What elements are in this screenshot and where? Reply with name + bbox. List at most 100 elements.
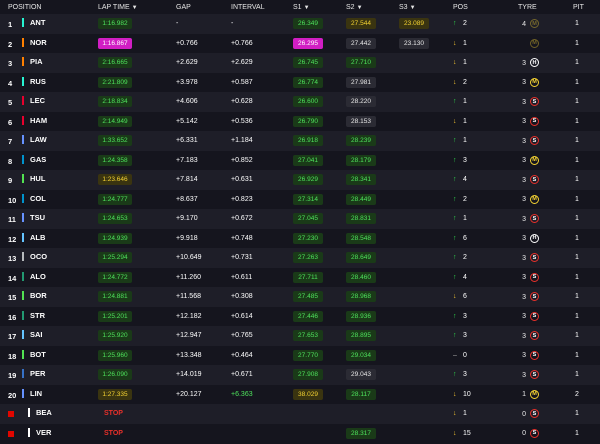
tyre-cell: 3S <box>503 112 567 132</box>
driver[interactable]: HAM <box>22 115 47 125</box>
table-row[interactable]: 14 ALO 1:24.772 +11.260 +0.611 27.711 28.460 ↑ 4… <box>0 267 600 288</box>
col-lap-time[interactable]: LAP TIME ▼ <box>95 0 170 14</box>
position-number: 13 <box>8 254 17 264</box>
tyre-age: 3 <box>522 196 526 204</box>
driver[interactable]: RUS <box>22 76 46 86</box>
driver-code: HUL <box>30 174 46 184</box>
table-row[interactable]: 8 GAS 1:24.358 +7.183 +0.852 27.041 28.179 ↑ 3 3 M… <box>0 150 600 170</box>
interval-cell <box>225 404 285 424</box>
col-s2[interactable]: S2 ▼ <box>340 0 393 14</box>
tyre-cell: 3S <box>503 287 567 307</box>
col-interval[interactable]: INTERVAL <box>225 0 285 14</box>
table-row[interactable]: 6 HAM 2:14.949 +5.142 +0.536 26.790 28.153 ↓ 1 3 S… <box>0 111 600 132</box>
position-number: 5 <box>8 98 13 108</box>
sector-1-time: 26.745 <box>293 57 323 69</box>
arrow-down-icon: ↓ <box>453 293 457 301</box>
driver[interactable]: PIA <box>22 57 43 67</box>
table-row[interactable]: 12 ALB 1:24.939 +9.918 +0.748 27.230 28.548 ↑ 6 3… <box>0 228 600 248</box>
position-change-cell: ↓ 15 <box>445 424 503 444</box>
driver[interactable]: ANT <box>22 18 45 28</box>
table-row[interactable]: 15 BOR 1:24.881 +11.568 +0.308 27.485 28.968 ↓ 6… <box>0 287 600 307</box>
table-row[interactable]: 11 TSU 1:24.653 +9.170 +0.672 27.045 28.831 ↑ 1 3… <box>0 209 600 229</box>
gap-cell: +7.183 <box>176 156 198 164</box>
driver[interactable]: ALO <box>22 271 46 281</box>
tyre-compound-icon: M <box>530 38 539 48</box>
tyre-cell: 3M <box>503 190 567 210</box>
driver[interactable]: BEA <box>28 408 52 418</box>
table-row[interactable]: 16 STR 1:25.201 +12.182 +0.614 27.446 28.936 ↑ 3… <box>0 306 600 326</box>
table-row[interactable]: 10 COL 1:24.777 +8.637 +0.823 27.314 28.449 ↑ 2 3… <box>0 189 600 210</box>
table-row[interactable]: 4 RUS 2:21.809 +3.978 +0.587 26.774 27.981 ↓ 2 3 M… <box>0 72 600 92</box>
driver[interactable]: STR <box>22 310 45 320</box>
sector-3-cell <box>393 170 445 190</box>
driver[interactable]: BOT <box>22 349 46 359</box>
table-row[interactable]: 20 LIN 1:27.335 +20.127 +6.363 38.029 28.117 ↓ 1… <box>0 384 600 405</box>
sector-1-cell: 27.485 <box>285 287 340 307</box>
table-row[interactable]: 18 BOT 1:25.960 +13.348 +0.464 27.770 29.034 –0… <box>0 345 600 366</box>
driver[interactable]: LAW <box>22 135 47 145</box>
table-row[interactable]: 3 PIA 2:16.665 +2.629 +2.629 26.745 27.710 ↓ 1 3 H… <box>0 53 600 73</box>
driver[interactable]: LEC <box>22 96 45 106</box>
table-row[interactable]: 2 NOR 1:16.867 +0.766 +0.766 26.295 27.442 23.1… <box>0 33 600 54</box>
table-row[interactable]: 19 PER 1:26.090 +14.019 +0.671 27.908 29.043 ↑ 3… <box>0 365 600 385</box>
chevron-down-icon: ▼ <box>356 4 363 11</box>
driver[interactable]: TSU <box>22 213 45 223</box>
sector-2-time: 28.936 <box>346 310 376 322</box>
col-tyre[interactable]: TYRE <box>503 0 567 14</box>
col-position[interactable]: POSITION <box>0 0 95 14</box>
table-row[interactable]: 13 OCO 1:25.294 +10.649 +0.731 27.263 28.649 ↑ 2… <box>0 248 600 268</box>
table-row[interactable]: 5 LEC 2:18.834 +4.606 +0.628 26.600 28.220 ↑ 1 3 S… <box>0 92 600 112</box>
tyre-age: 3 <box>522 215 526 223</box>
table-row[interactable]: 9 HUL 1:23.646 +7.814 +0.631 26.929 28.341 ↑ 4 3 S… <box>0 170 600 190</box>
lap-time: 1:24.881 <box>98 291 132 303</box>
col-s1[interactable]: S1 ▼ <box>285 0 340 14</box>
driver[interactable]: VER <box>28 427 51 437</box>
col-pos[interactable]: POS <box>445 0 503 14</box>
col-s3[interactable]: S3 ▼ <box>393 0 445 14</box>
position-number: 2 <box>8 39 13 49</box>
table-row[interactable]: 1 ANT 1:16.982- -26.349 27.544 23.089 ↑ 2 4 M 1 <box>0 14 600 34</box>
sector-3-cell <box>393 53 445 73</box>
table-row[interactable]: 7 LAW 1:33.652 +6.331 +1.184 26.918 28.239 ↑ 1 3 S… <box>0 131 600 151</box>
col-gap[interactable]: GAP <box>170 0 225 14</box>
col-pit[interactable]: PIT <box>567 0 600 14</box>
sector-1-cell: 27.770 <box>285 346 340 366</box>
tyre-compound-icon: M <box>530 77 539 87</box>
gap-cell: +11.568 <box>176 293 201 301</box>
pit-count: 1 <box>575 98 579 106</box>
driver[interactable]: NOR <box>22 37 47 47</box>
position-cell: 19 PER <box>0 365 95 385</box>
driver[interactable]: ALB <box>22 232 45 242</box>
driver[interactable]: HUL <box>22 174 46 184</box>
tyre-age: 1 <box>522 391 526 399</box>
driver-code: PIA <box>30 57 43 67</box>
driver[interactable]: GAS <box>22 154 46 164</box>
driver[interactable]: LIN <box>22 388 42 398</box>
sector-1-time: 27.230 <box>293 232 323 244</box>
table-row[interactable]: 17 SAI 1:25.920 +12.947 +0.765 27.653 28.895 ↑ 3… <box>0 326 600 346</box>
position-cell: 14 ALO <box>0 268 95 288</box>
driver[interactable]: OCO <box>22 252 47 262</box>
tyre-cell: 0S <box>503 424 567 444</box>
table-row[interactable]: VER STOP 28.317 ↓ 15 0 S 1 <box>0 423 600 444</box>
position-cell: 10 COL <box>0 190 95 210</box>
position-change-value: 0 <box>463 351 467 359</box>
sector-3-cell <box>393 385 445 405</box>
sector-2-time: 29.043 <box>346 369 376 381</box>
driver[interactable]: SAI <box>22 330 43 340</box>
team-color-bar <box>22 213 24 223</box>
lap-time-cell: 2:18.834 <box>95 92 170 112</box>
lap-time: 1:25.960 <box>98 349 132 361</box>
gap-cell: +0.766 <box>176 39 198 47</box>
gap-cell <box>170 424 225 444</box>
driver[interactable]: COL <box>22 193 46 203</box>
tyre-age: 3 <box>522 254 526 262</box>
table-row[interactable]: BEA STOP ↓ 1 0 S 1 <box>0 404 600 424</box>
tyre-compound-icon: S <box>530 428 539 438</box>
sector-2-cell: 28.317 <box>340 424 393 444</box>
driver[interactable]: BOR <box>22 291 47 301</box>
driver[interactable]: PER <box>22 369 45 379</box>
sector-2-cell: 28.831 <box>340 209 393 229</box>
position-cell: 2 NOR <box>0 34 95 54</box>
sector-1-cell: 26.918 <box>285 131 340 151</box>
